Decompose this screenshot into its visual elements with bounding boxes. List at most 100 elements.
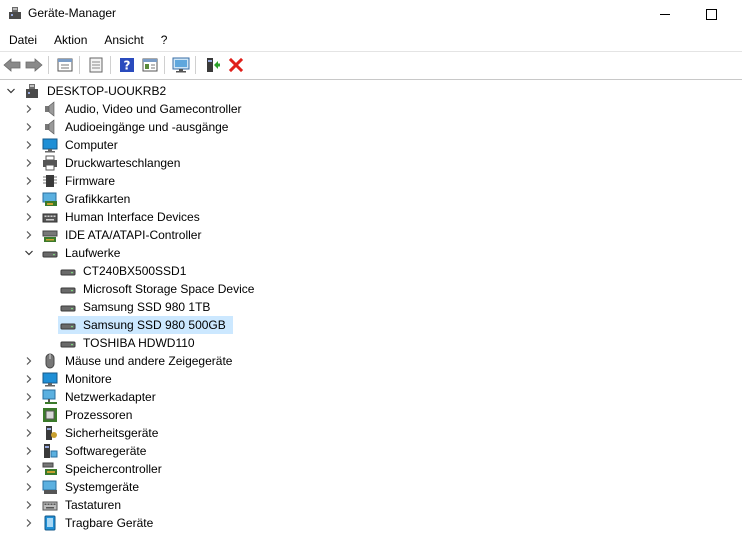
- chevron-right-icon[interactable]: [24, 518, 34, 528]
- update-driver-button[interactable]: [203, 55, 223, 75]
- mouse-icon: [42, 353, 58, 369]
- tree-item-audio-io[interactable]: Audioeingänge und -ausgänge: [24, 118, 231, 136]
- keyboard-icon: [42, 209, 58, 225]
- tree-item-label: Computer: [65, 138, 118, 152]
- tree-item-label: Prozessoren: [65, 408, 133, 422]
- maximize-icon: [705, 8, 717, 20]
- tree-item-label: Netzwerkadapter: [65, 390, 156, 404]
- menu-bar: Datei Aktion Ansicht ?: [0, 30, 742, 50]
- tree-item-portable-devices[interactable]: Tragbare Geräte: [24, 514, 156, 532]
- tree-item-label: CT240BX500SSD1: [83, 264, 187, 278]
- tree-item-monitors[interactable]: Monitore: [24, 370, 115, 388]
- tree-item-computer[interactable]: Computer: [24, 136, 121, 154]
- menu-aktion[interactable]: Aktion: [45, 30, 95, 50]
- tree-item-processors[interactable]: Prozessoren: [24, 406, 135, 424]
- maximize-button[interactable]: [688, 0, 734, 28]
- menu-help[interactable]: ?: [152, 30, 176, 50]
- drive-icon: [42, 245, 58, 261]
- printer-icon: [42, 155, 58, 171]
- toolbar-divider: [0, 79, 742, 80]
- tree-item-label: Tragbare Geräte: [65, 516, 154, 530]
- sheet-button[interactable]: [86, 55, 106, 75]
- help-button[interactable]: ?: [117, 55, 137, 75]
- tree-item-security[interactable]: Sicherheitsgeräte: [24, 424, 161, 442]
- chevron-right-icon[interactable]: [24, 230, 34, 240]
- chevron-right-icon[interactable]: [24, 446, 34, 456]
- tree-item-label: Samsung SSD 980 1TB: [83, 300, 211, 314]
- chevron-down-icon[interactable]: [24, 248, 34, 258]
- tree-item-label: Human Interface Devices: [65, 210, 200, 224]
- tree-item-keyboards[interactable]: Tastaturen: [24, 496, 124, 514]
- tree-item-label: Monitore: [65, 372, 112, 386]
- chip-icon: [42, 173, 58, 189]
- scan-hardware-button[interactable]: [171, 55, 191, 75]
- toolbar-separator: [195, 56, 196, 74]
- speaker-icon: [42, 119, 58, 135]
- menu-ansicht[interactable]: Ansicht: [95, 30, 151, 50]
- device-manager-app-icon: [9, 7, 21, 19]
- tree-item-audio-video[interactable]: Audio, Video und Gamecontroller: [24, 100, 245, 118]
- tree-item-system-devices[interactable]: Systemgeräte: [24, 478, 142, 496]
- chevron-right-icon[interactable]: [24, 356, 34, 366]
- tree-item-hid[interactable]: Human Interface Devices: [24, 208, 203, 226]
- chevron-right-icon[interactable]: [24, 464, 34, 474]
- tree-item-label: Tastaturen: [65, 498, 122, 512]
- tree-item-software-devices[interactable]: Softwaregeräte: [24, 442, 149, 460]
- tree-child-drive[interactable]: Samsung SSD 980 1TB: [60, 298, 213, 316]
- toolbar-separator: [48, 56, 49, 74]
- toolbar: ?: [0, 53, 742, 77]
- drive-icon: [60, 281, 76, 297]
- drive-icon: [60, 335, 76, 351]
- view-icon: [142, 58, 158, 72]
- network-icon: [42, 389, 58, 405]
- tree-item-network[interactable]: Netzwerkadapter: [24, 388, 159, 406]
- tree-item-drives[interactable]: Laufwerke: [24, 244, 123, 262]
- processor-icon: [42, 407, 58, 423]
- portable-device-icon: [42, 515, 58, 531]
- help-icon: ?: [120, 58, 134, 73]
- tree-root[interactable]: DESKTOP-UOUKRB2: [6, 82, 169, 100]
- tree-item-label: Mäuse und andere Zeigegeräte: [65, 354, 233, 368]
- menu-datei[interactable]: Datei: [0, 30, 45, 50]
- chevron-right-icon[interactable]: [24, 482, 34, 492]
- chevron-right-icon[interactable]: [24, 374, 34, 384]
- tree-child-drive[interactable]: Microsoft Storage Space Device: [60, 280, 257, 298]
- tree-item-firmware[interactable]: Firmware: [24, 172, 118, 190]
- forward-button[interactable]: [24, 55, 44, 75]
- chevron-right-icon[interactable]: [24, 122, 34, 132]
- tree-child-drive-selected[interactable]: Samsung SSD 980 500GB: [58, 316, 233, 334]
- tree-item-label: Grafikkarten: [65, 192, 131, 206]
- ide-controller-icon: [42, 227, 58, 243]
- tree-item-storage-controllers[interactable]: Speichercontroller: [24, 460, 165, 478]
- chevron-right-icon[interactable]: [24, 176, 34, 186]
- chevron-right-icon[interactable]: [24, 410, 34, 420]
- view-button[interactable]: [140, 55, 160, 75]
- chevron-right-icon[interactable]: [24, 104, 34, 114]
- drive-icon: [60, 317, 76, 333]
- chevron-right-icon[interactable]: [24, 392, 34, 402]
- tree-item-graphics[interactable]: Grafikkarten: [24, 190, 133, 208]
- security-icon: [42, 425, 58, 441]
- chevron-right-icon[interactable]: [24, 158, 34, 168]
- tree-item-mice[interactable]: Mäuse und andere Zeigegeräte: [24, 352, 235, 370]
- tree-child-drive[interactable]: CT240BX500SSD1: [60, 262, 189, 280]
- chevron-right-icon[interactable]: [24, 428, 34, 438]
- properties-icon: [57, 58, 73, 72]
- back-button[interactable]: [2, 55, 22, 75]
- tree-item-ide[interactable]: IDE ATA/ATAPI-Controller: [24, 226, 204, 244]
- tree-item-label: Firmware: [65, 174, 115, 188]
- chevron-down-icon[interactable]: [6, 86, 16, 96]
- drive-icon: [60, 263, 76, 279]
- tree-item-printers[interactable]: Druckwarteschlangen: [24, 154, 183, 172]
- sheet-icon: [89, 57, 103, 73]
- tree-item-label: Sicherheitsgeräte: [65, 426, 159, 440]
- properties-button[interactable]: [55, 55, 75, 75]
- chevron-right-icon[interactable]: [24, 212, 34, 222]
- chevron-right-icon[interactable]: [24, 140, 34, 150]
- chevron-right-icon[interactable]: [24, 194, 34, 204]
- uninstall-button[interactable]: [226, 55, 246, 75]
- svg-text:?: ?: [124, 59, 131, 73]
- minimize-button[interactable]: [642, 0, 688, 28]
- tree-child-drive[interactable]: TOSHIBA HDWD110: [60, 334, 198, 352]
- chevron-right-icon[interactable]: [24, 500, 34, 510]
